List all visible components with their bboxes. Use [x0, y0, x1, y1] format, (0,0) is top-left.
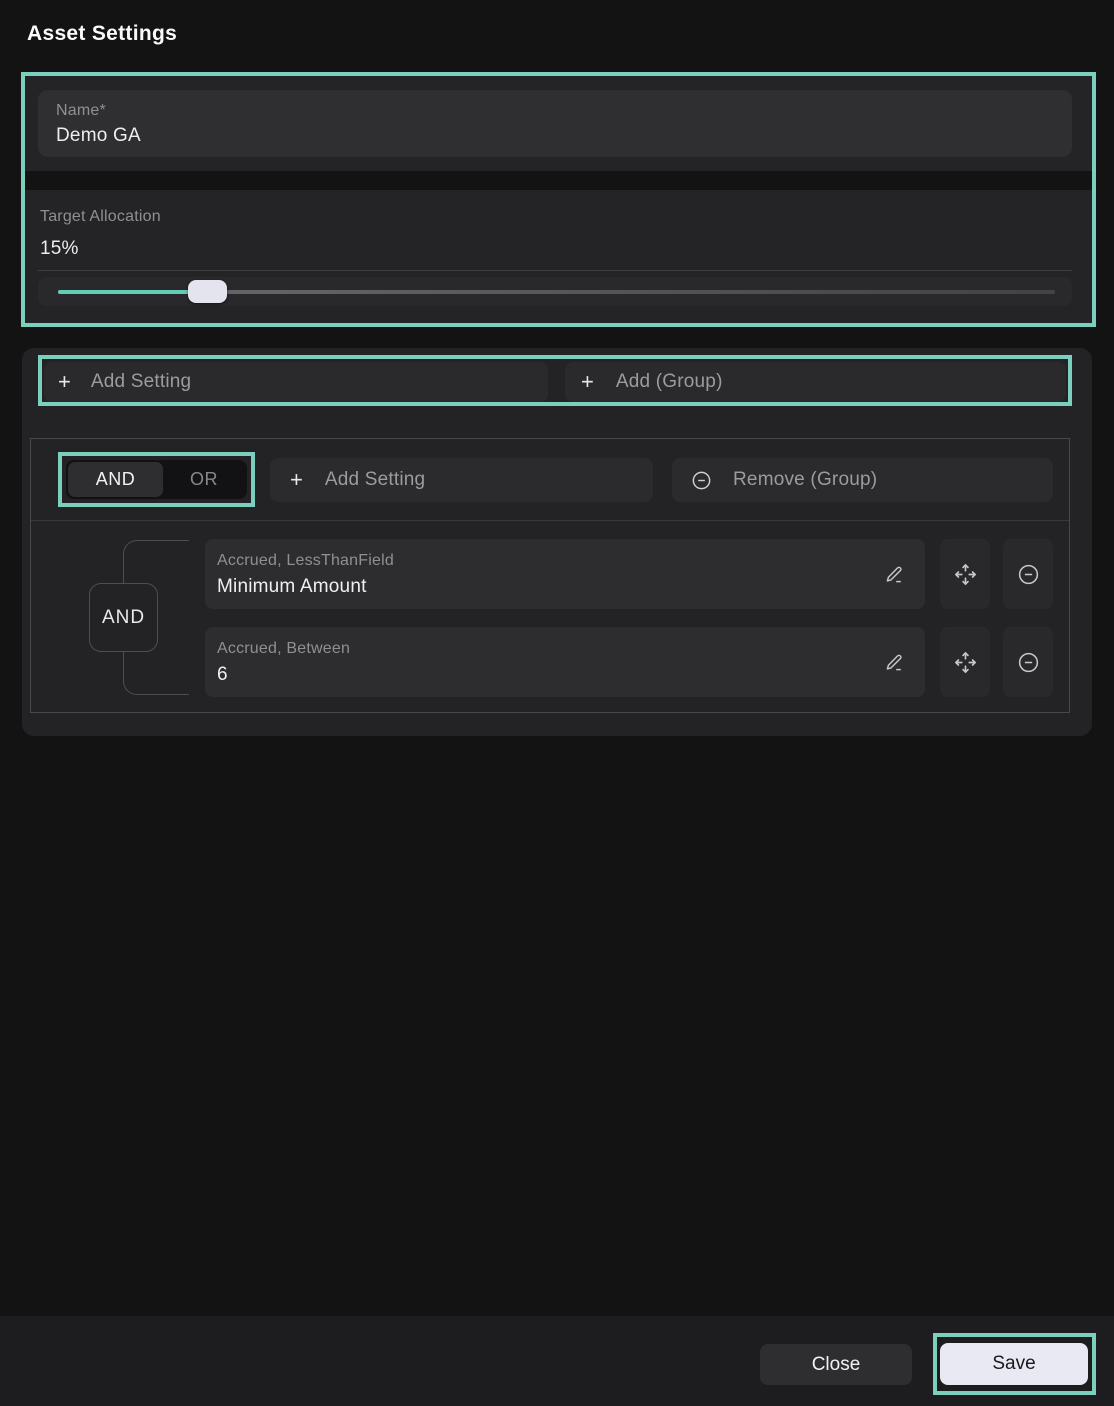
minus-circle-icon: [1016, 562, 1041, 587]
plus-icon: +: [290, 469, 303, 491]
name-label: Name*: [56, 102, 106, 120]
operator-toggle: AND OR: [66, 460, 247, 499]
name-section: Name* Demo GA: [25, 76, 1092, 171]
plus-icon: +: [58, 371, 71, 393]
operator-and-button[interactable]: AND: [68, 462, 163, 497]
add-group-button[interactable]: + Add (Group): [565, 362, 1066, 402]
target-allocation-value: 15%: [40, 238, 79, 260]
edit-pencil-icon[interactable]: [883, 650, 907, 674]
remove-row-button[interactable]: [1003, 539, 1053, 609]
footer-bar: Close Save: [0, 1316, 1114, 1406]
rule-value: 6: [217, 664, 228, 686]
target-allocation-section: Target Allocation 15%: [25, 190, 1092, 323]
slider-track[interactable]: [58, 290, 1055, 294]
divider: [38, 270, 1072, 271]
move-row-button[interactable]: [940, 539, 990, 609]
name-input[interactable]: Name* Demo GA: [38, 90, 1072, 157]
add-setting-button[interactable]: + Add Setting: [44, 362, 548, 402]
target-allocation-label: Target Allocation: [40, 208, 161, 226]
rule-row[interactable]: Accrued, Between 6: [205, 627, 925, 697]
group-add-setting-label: Add Setting: [325, 469, 425, 491]
divider: [31, 520, 1069, 521]
remove-group-label: Remove (Group): [733, 469, 877, 491]
page-title: Asset Settings: [27, 22, 177, 46]
move-icon: [952, 561, 979, 588]
edit-pencil-icon[interactable]: [883, 562, 907, 586]
remove-group-button[interactable]: Remove (Group): [672, 458, 1053, 502]
operator-or-button[interactable]: OR: [163, 462, 245, 497]
asset-settings-modal: Asset Settings Name* Demo GA Target Allo…: [0, 0, 1114, 1406]
move-icon: [952, 649, 979, 676]
add-group-label: Add (Group): [616, 371, 723, 393]
rule-label: Accrued, Between: [217, 640, 350, 658]
group-connector-label: AND: [89, 583, 158, 652]
close-button[interactable]: Close: [760, 1344, 912, 1385]
rule-value: Minimum Amount: [217, 576, 367, 598]
plus-icon: +: [581, 371, 594, 393]
minus-circle-icon: [1016, 650, 1041, 675]
save-button[interactable]: Save: [940, 1343, 1088, 1385]
minus-circle-icon: [690, 469, 713, 492]
name-value: Demo GA: [56, 125, 141, 147]
slider-thumb[interactable]: [188, 280, 227, 303]
slider-fill: [58, 290, 208, 294]
group-add-setting-button[interactable]: + Add Setting: [270, 458, 653, 502]
rule-label: Accrued, LessThanField: [217, 552, 394, 570]
remove-row-button[interactable]: [1003, 627, 1053, 697]
add-setting-label: Add Setting: [91, 371, 191, 393]
rule-row[interactable]: Accrued, LessThanField Minimum Amount: [205, 539, 925, 609]
target-allocation-slider[interactable]: [38, 277, 1072, 306]
move-row-button[interactable]: [940, 627, 990, 697]
